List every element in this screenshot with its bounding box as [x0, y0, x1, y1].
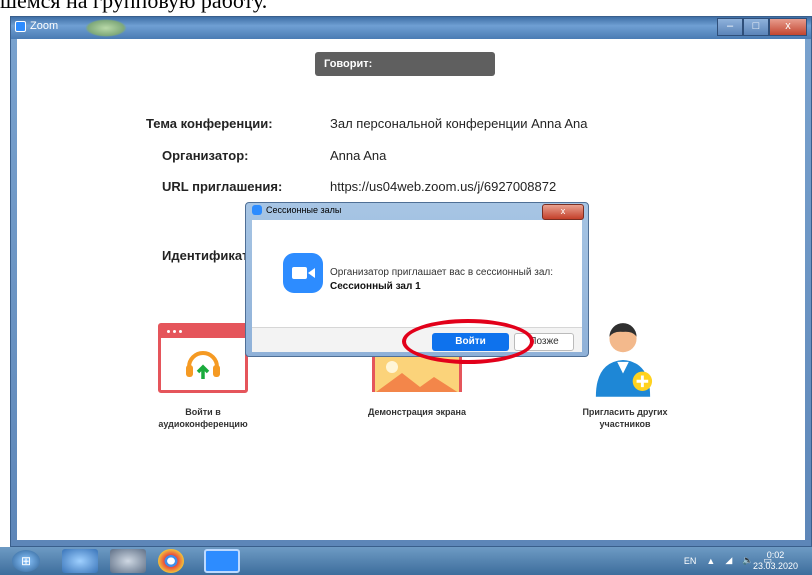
dialog-title: Сессионные залы: [266, 205, 342, 215]
window-title-text: Zoom: [30, 20, 59, 32]
tray-arrow-icon[interactable]: ▲: [706, 556, 715, 566]
taskbar-explorer-icon[interactable]: [62, 549, 98, 573]
join-audio-label-line2: аудиоконференцию: [158, 419, 248, 429]
window-titlebar[interactable]: Zoom – □ x: [11, 17, 811, 39]
document-heading-fragment: шемся на групповую работу.: [0, 0, 268, 13]
join-audio-button[interactable]: [158, 323, 248, 393]
taskbar-clock[interactable]: 0:02 23.03.2020: [753, 550, 798, 572]
titlebar-decoration: [85, 19, 127, 37]
dialog-titlebar[interactable]: Сессионные залы: [252, 205, 341, 215]
clock-time: 0:02: [766, 550, 785, 560]
clock-date: 23.03.2020: [752, 561, 798, 571]
window-title: Zoom: [15, 20, 58, 32]
headphones-icon: [186, 351, 220, 379]
zoom-dialog-icon: [252, 205, 262, 215]
invite-label-line1: Пригласить других: [582, 407, 668, 417]
maximize-button[interactable]: □: [743, 18, 769, 36]
join-audio-label-line1: Войти в: [185, 407, 221, 417]
dialog-message: Организатор приглашает вас в сессионный …: [330, 267, 553, 278]
zoom-camera-icon: [283, 253, 323, 293]
zoom-app-icon: [15, 20, 26, 32]
share-screen-label: Демонстрация экрана: [367, 407, 467, 417]
url-value[interactable]: https://us04web.zoom.us/j/6927008872: [330, 179, 556, 194]
host-value: Anna Ana: [330, 148, 387, 163]
invite-label-line2: участников: [599, 419, 651, 429]
breakout-room-name: Сессионный зал 1: [330, 281, 421, 292]
network-icon[interactable]: ◢: [725, 555, 732, 566]
minimize-button[interactable]: –: [717, 18, 743, 36]
topic-label: Тема конференции:: [146, 116, 273, 131]
url-label: URL приглашения:: [162, 179, 283, 194]
dialog-body: Организатор приглашает вас в сессионный …: [252, 220, 582, 327]
windows-taskbar: ⊞ EN ▲ ◢ 🔈 ▭ 0:02 23.03.2020: [0, 547, 812, 575]
topic-value: Зал персональной конференции Anna Ana: [330, 116, 588, 131]
language-indicator[interactable]: EN: [684, 556, 697, 566]
taskbar-zoom-icon[interactable]: [204, 549, 240, 573]
dialog-close-button[interactable]: x: [542, 204, 584, 220]
volume-icon[interactable]: 🔈: [742, 555, 753, 566]
invite-participants-icon[interactable]: [592, 318, 654, 398]
taskbar-chrome-icon[interactable]: [158, 549, 184, 573]
taskbar-app-icon[interactable]: [110, 549, 146, 573]
window-close-button[interactable]: x: [769, 18, 807, 36]
speaker-indicator: Говорит:: [315, 52, 495, 76]
join-audio-label: Войти в аудиоконференцию: [138, 406, 268, 430]
meeting-id-label: Идентификато: [162, 248, 257, 263]
start-button[interactable]: ⊞: [12, 550, 40, 572]
tile-window-bar: [161, 326, 245, 338]
invite-participants-label: Пригласить других участников: [560, 406, 690, 430]
join-button-highlight-annotation: [402, 319, 534, 364]
host-label: Организатор:: [162, 148, 249, 163]
